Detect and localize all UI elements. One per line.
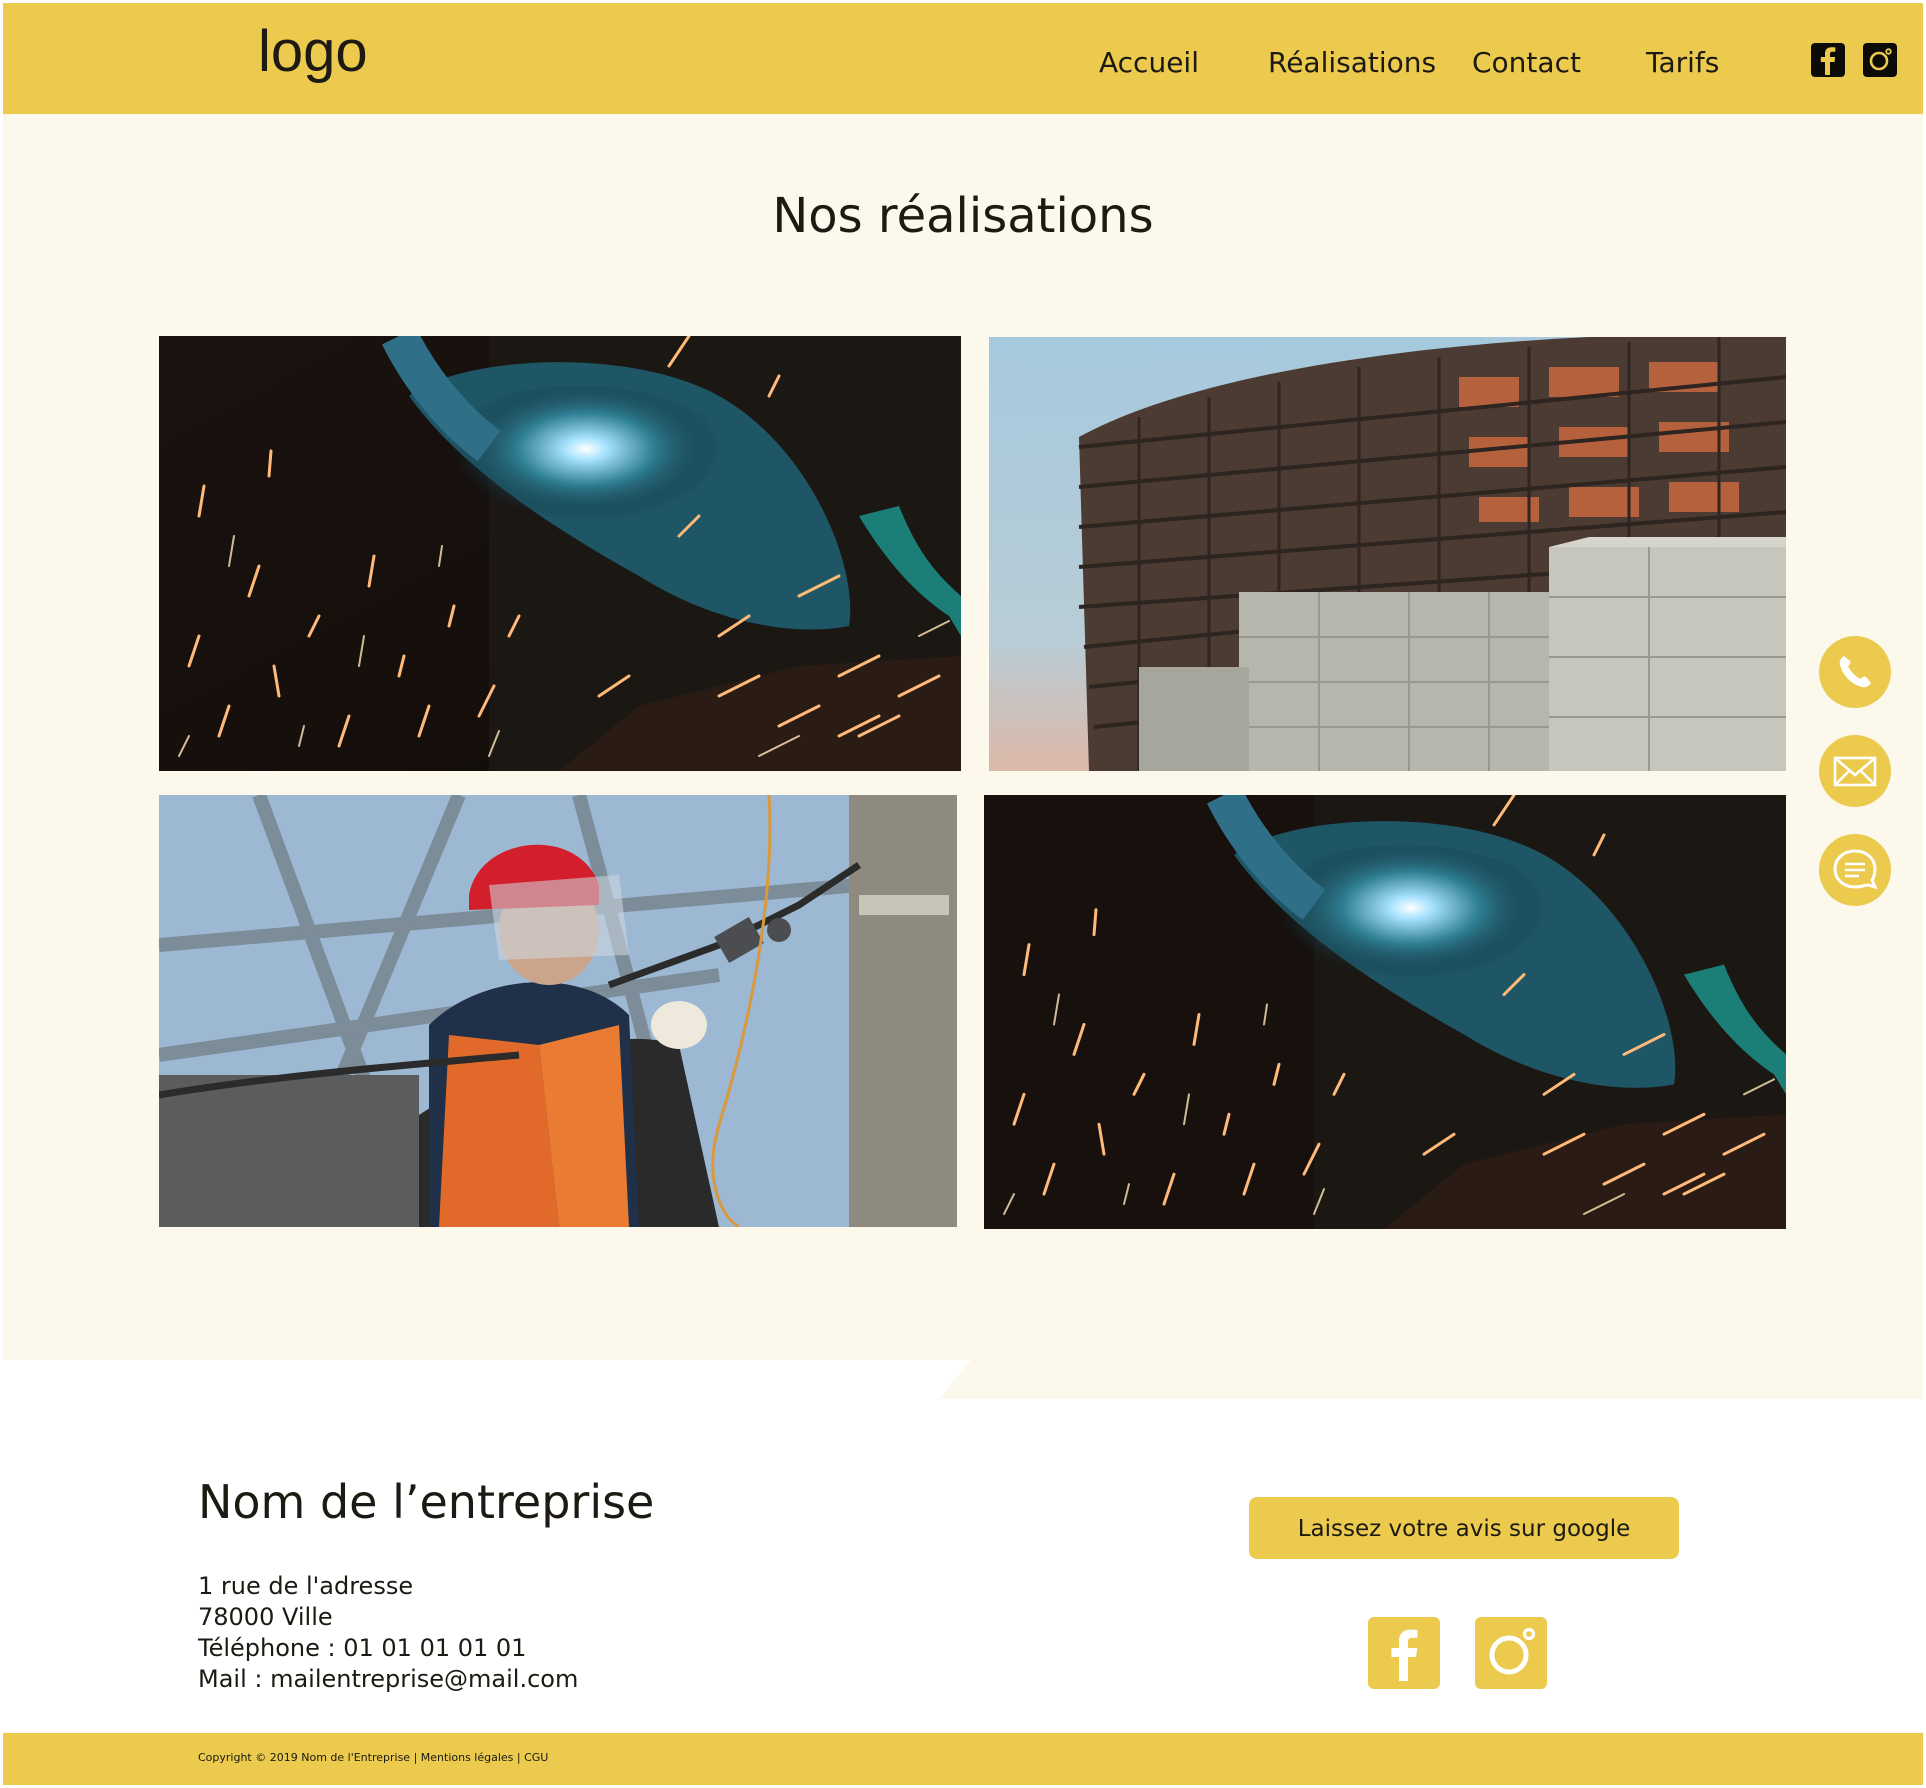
logo[interactable]: logo [258,19,368,85]
bottom-bar: Copyright © 2019 Nom de l'Entreprise | M… [3,1733,1923,1785]
nav-tarifs[interactable]: Tarifs [1646,47,1719,79]
section-divider [3,1360,971,1404]
main-section: Nos réalisations [3,114,1923,1404]
address-line2: 78000 Ville [198,1603,333,1631]
mail-button[interactable] [1819,735,1891,807]
phone-number: Téléphone : 01 01 01 01 01 [198,1634,527,1662]
welding-photo[interactable] [159,336,961,771]
footer-facebook-icon[interactable] [1368,1617,1440,1689]
company-name: Nom de l’entreprise [198,1475,655,1529]
electrician-photo[interactable] [159,795,957,1227]
page-title: Nos réalisations [772,188,1154,244]
copyright: Copyright © 2019 Nom de l'Entreprise | M… [198,1751,549,1764]
site-header: logo Accueil Réalisations Contact Tarifs [3,3,1923,114]
instagram-icon[interactable] [1863,43,1897,77]
welding-photo-2[interactable] [984,795,1786,1229]
welding-illustration [159,336,961,771]
electrician-illustration [159,795,957,1227]
phone-button[interactable] [1819,636,1891,708]
welding-illustration [984,795,1786,1229]
mail-address: Mail : mailentreprise@mail.com [198,1665,579,1693]
phone-icon [1839,656,1871,688]
chat-button[interactable] [1819,834,1891,906]
nav-realisations[interactable]: Réalisations [1268,47,1436,79]
nav-contact[interactable]: Contact [1472,47,1581,79]
chat-icon [1833,849,1878,890]
footer-instagram-icon[interactable] [1475,1617,1547,1689]
address-line1: 1 rue de l'adresse [198,1572,414,1600]
building-construction-photo[interactable] [989,337,1786,771]
google-review-button[interactable]: Laissez votre avis sur google [1249,1497,1679,1559]
mail-icon [1833,756,1877,787]
building-illustration [989,337,1786,771]
nav-accueil[interactable]: Accueil [1099,47,1199,79]
page: logo Accueil Réalisations Contact Tarifs… [3,3,1923,1785]
facebook-icon[interactable] [1811,43,1845,77]
